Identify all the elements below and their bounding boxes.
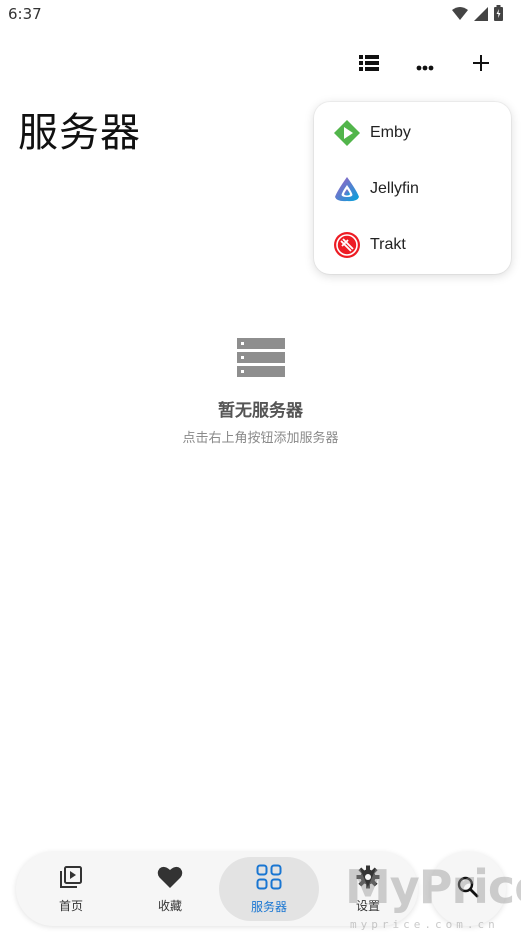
signal-icon <box>474 6 488 25</box>
page-title: 服务器 <box>18 110 141 156</box>
more-icon <box>416 56 434 75</box>
nav-item-home[interactable]: 首页 <box>21 852 121 926</box>
status-bar: 6:37 <box>0 0 521 28</box>
menu-item-label: Emby <box>370 124 411 141</box>
empty-state-subtitle: 点击右上角按钮添加服务器 <box>182 431 339 446</box>
battery-icon <box>494 5 503 25</box>
nav-label: 首页 <box>58 898 83 913</box>
more-button[interactable] <box>397 48 453 82</box>
add-server-menu: Emby Jellyfin Trakt <box>314 102 511 274</box>
heart-icon <box>157 865 183 893</box>
grid-icon <box>256 864 282 894</box>
status-icons <box>452 5 503 25</box>
menu-item-jellyfin[interactable]: Jellyfin <box>314 161 511 217</box>
wifi-icon <box>452 6 468 25</box>
nav-label: 收藏 <box>157 898 182 913</box>
menu-item-label: Trakt <box>370 236 406 253</box>
trakt-logo-icon <box>332 230 362 260</box>
empty-state: 暂无服务器 点击右上角按钮添加服务器 <box>0 338 521 446</box>
emby-logo-icon <box>332 118 362 148</box>
empty-state-title: 暂无服务器 <box>218 401 303 421</box>
menu-item-trakt[interactable]: Trakt <box>314 217 511 273</box>
watermark-url: myprice.com.cn <box>350 918 499 931</box>
status-time: 6:37 <box>8 5 42 23</box>
menu-item-label: Jellyfin <box>370 180 419 197</box>
server-icon <box>236 338 285 382</box>
jellyfin-logo-icon <box>332 174 362 204</box>
nav-item-servers[interactable]: 服务器 <box>219 857 319 921</box>
list-view-button[interactable] <box>341 48 397 82</box>
watermark-logo: MyPrice <box>345 860 521 914</box>
video-library-icon <box>59 865 83 893</box>
add-icon <box>473 55 489 75</box>
add-button[interactable] <box>453 48 509 82</box>
list-view-icon <box>359 55 379 75</box>
nav-item-favorites[interactable]: 收藏 <box>120 852 220 926</box>
top-toolbar <box>341 48 509 82</box>
nav-label: 服务器 <box>250 899 287 914</box>
menu-item-emby[interactable]: Emby <box>314 105 511 161</box>
